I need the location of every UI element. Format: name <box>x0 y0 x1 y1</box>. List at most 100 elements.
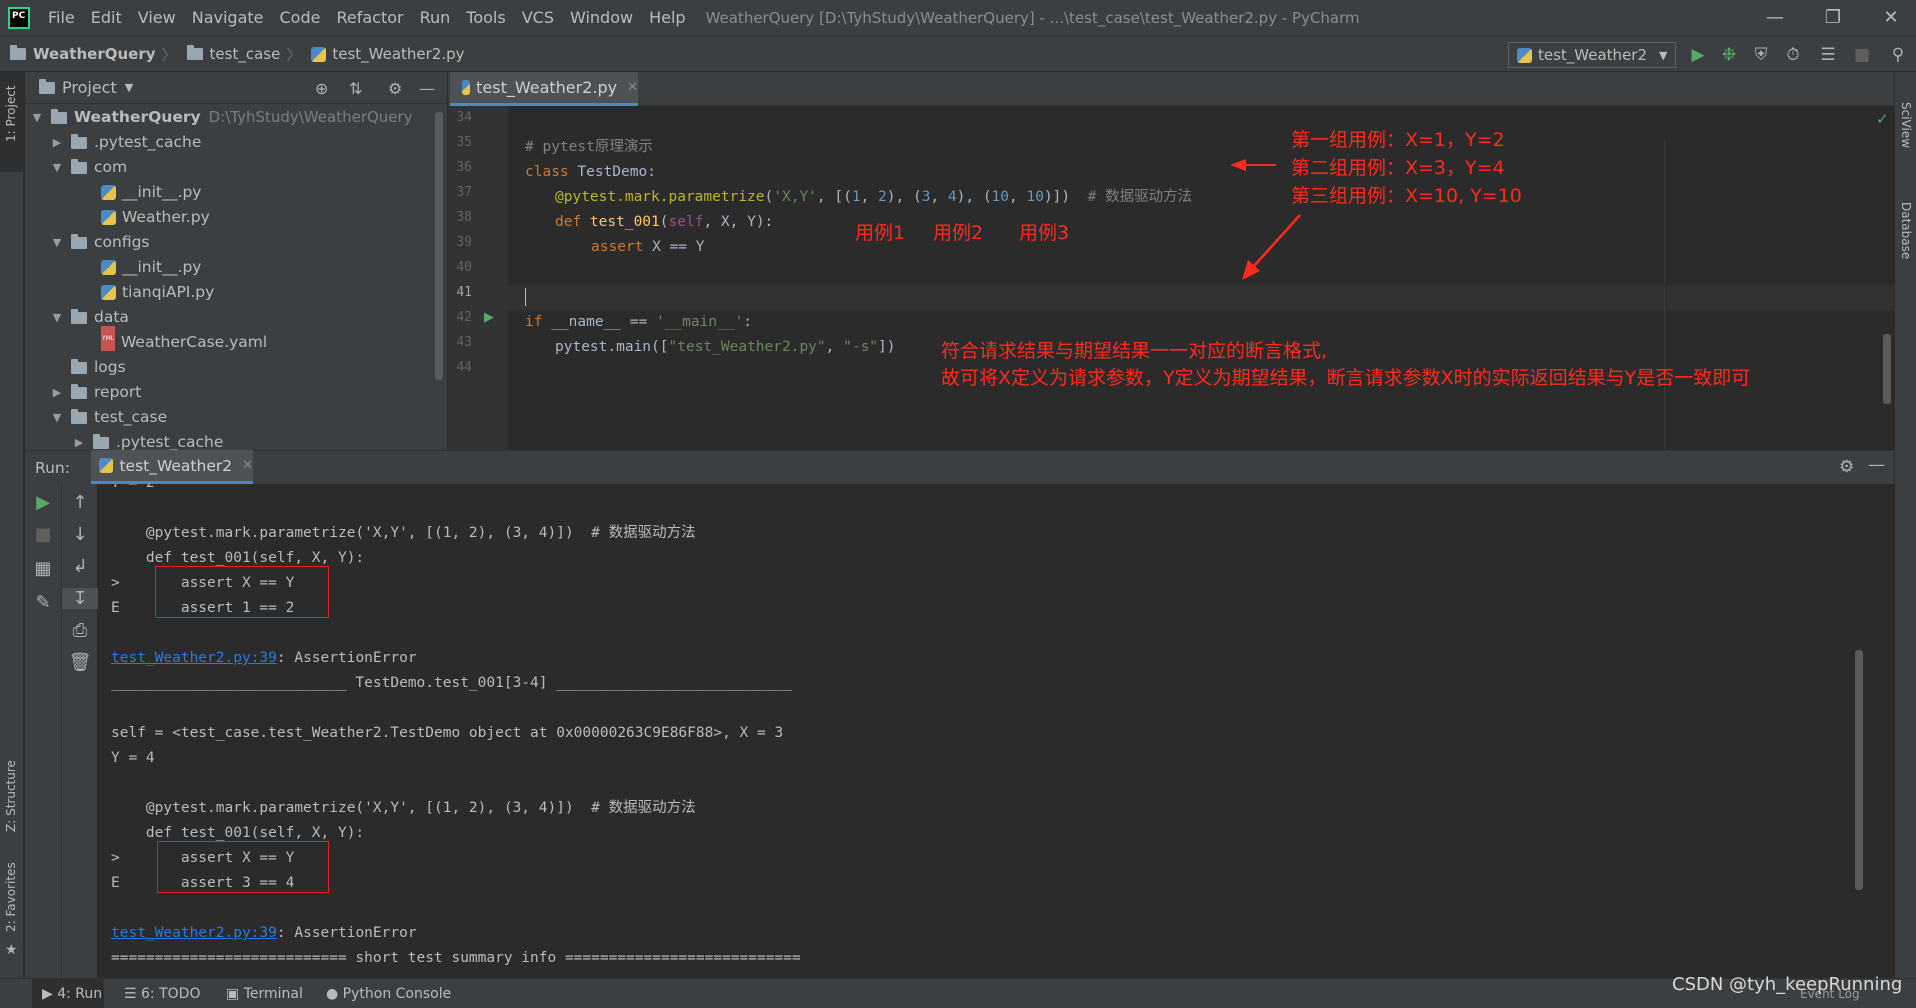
console-output[interactable]: Y = 2 @pytest.mark.parametrize('X,Y', [(… <box>97 484 1894 978</box>
yaml-file-icon <box>101 325 115 351</box>
restore-icon[interactable]: ❐ <box>1808 0 1858 36</box>
terminal-tool-button[interactable]: ▣ Terminal <box>226 979 303 1008</box>
todo-tool-label: 6: TODO <box>141 986 201 1002</box>
structure-tool-tab[interactable]: Z: Structure <box>4 760 18 832</box>
menu-window[interactable]: Window <box>562 0 641 36</box>
run-icon[interactable]: ▶ <box>1688 45 1708 65</box>
collapsed-arrow-icon[interactable]: ▶ <box>49 130 65 155</box>
pin-icon[interactable]: ✎ <box>25 592 61 613</box>
project-scrollbar[interactable] <box>435 112 443 380</box>
expanded-arrow-icon[interactable]: ▼ <box>29 105 45 130</box>
python-console-tool-button[interactable]: ● Python Console <box>326 979 451 1008</box>
project-tool-tab[interactable]: 1: Project <box>0 72 24 172</box>
expanded-arrow-icon[interactable]: ▼ <box>49 405 65 430</box>
breadcrumb-label: test_case <box>209 45 281 63</box>
hide-icon[interactable]: — <box>419 79 435 98</box>
editor-scrollbar[interactable] <box>1883 334 1891 404</box>
tree-item-com[interactable]: ▼ com <box>49 155 127 180</box>
run-list-icon[interactable]: ☰ <box>1818 45 1838 65</box>
breadcrumb-folder[interactable]: test_case <box>186 45 281 63</box>
console-line: @pytest.mark.parametrize('X,Y', [(1, 2),… <box>111 525 696 541</box>
expanded-arrow-icon[interactable]: ▼ <box>49 155 65 180</box>
project-panel-title[interactable]: Project <box>62 78 117 97</box>
folder-icon <box>71 408 87 424</box>
line-number: 36 <box>456 160 472 175</box>
breadcrumb-project[interactable]: WeatherQuery <box>10 45 156 63</box>
expanded-arrow-icon[interactable]: ▼ <box>49 230 65 255</box>
traceback-link[interactable]: test_Weather2.py:39 <box>111 925 277 941</box>
console-line: ___________________________ TestDemo.tes… <box>111 675 792 691</box>
tree-item-weatherquery[interactable]: ▼ WeatherQuery D:\TyhStudy\WeatherQuery <box>29 105 413 130</box>
tab-test-weather2[interactable]: test_Weather2.py ✕ <box>450 72 638 106</box>
coverage-icon[interactable]: ⛨ <box>1751 45 1771 65</box>
gear-icon[interactable]: ⚙ <box>1839 457 1854 477</box>
tree-item-init-py[interactable]: __init__.py <box>101 180 201 205</box>
search-icon[interactable]: ⚲ <box>1888 45 1908 65</box>
console-scrollbar[interactable] <box>1855 650 1863 890</box>
soft-wrap-icon[interactable]: ↲ <box>62 556 98 577</box>
collapse-all-icon[interactable]: ⇅ <box>349 79 362 98</box>
tree-item-logs[interactable]: logs <box>71 355 126 380</box>
tree-item-tianqiapi-py[interactable]: tianqiAPI.py <box>101 280 214 305</box>
expanded-arrow-icon[interactable]: ▼ <box>49 305 65 330</box>
run-panel: Run: test_Weather2 ✕ ⚙ — ▶ ■ ▦ ✎ ↑ ↓ ↲ ↧… <box>25 450 1894 978</box>
hide-icon[interactable]: — <box>1868 455 1885 475</box>
minimize-icon[interactable]: — <box>1750 0 1800 36</box>
breadcrumb-file[interactable]: test_Weather2.py <box>311 45 465 63</box>
profile-icon[interactable]: ⏱ <box>1783 45 1803 65</box>
close-icon[interactable]: ✕ <box>1866 0 1916 36</box>
arrow-down-icon[interactable]: ↓ <box>62 524 98 545</box>
menu-code[interactable]: Code <box>272 0 329 36</box>
scroll-to-end-icon[interactable]: ↧ <box>62 588 98 609</box>
close-tab-icon[interactable]: ✕ <box>627 80 638 95</box>
todo-tool-button[interactable]: ☰ 6: TODO <box>124 979 200 1008</box>
chevron-down-icon[interactable]: ▼ <box>125 81 133 94</box>
tree-item-weather-py[interactable]: Weather.py <box>101 205 210 230</box>
run-tool-button[interactable]: ▶ 4: Run <box>32 979 104 1008</box>
traceback-link[interactable]: test_Weather2.py:39 <box>111 650 277 666</box>
stop-icon[interactable]: ■ <box>1852 45 1872 65</box>
tree-item-init-py[interactable]: __init__.py <box>101 255 201 280</box>
tree-item-data[interactable]: ▼ data <box>49 305 129 330</box>
stop-icon[interactable]: ■ <box>25 524 61 545</box>
favorites-tool-tab[interactable]: 2: Favorites <box>4 862 18 932</box>
menu-refactor[interactable]: Refactor <box>328 0 411 36</box>
code-area[interactable]: # pytest原理演示 class TestDemo: @pytest.mar… <box>508 106 1894 484</box>
menu-file[interactable]: File <box>40 0 83 36</box>
python-console-tool-label: Python Console <box>342 986 452 1002</box>
rerun-icon[interactable]: ▶ <box>25 492 61 513</box>
tree-label: Weather.py <box>122 208 210 226</box>
menu-run[interactable]: Run <box>412 0 459 36</box>
tree-item-pytest-cache[interactable]: ▶ .pytest_cache <box>49 130 202 155</box>
menu-tools[interactable]: Tools <box>458 0 513 36</box>
menu-view[interactable]: View <box>130 0 184 36</box>
collapsed-arrow-icon[interactable]: ▶ <box>71 430 87 450</box>
collapsed-arrow-icon[interactable]: ▶ <box>49 380 65 405</box>
tree-item-test-case[interactable]: ▼ test_case <box>49 405 167 430</box>
arrow-up-icon[interactable]: ↑ <box>62 492 98 513</box>
tree-item-configs[interactable]: ▼ configs <box>49 230 150 255</box>
debug-icon[interactable]: ❉ <box>1719 45 1739 65</box>
menu-vcs[interactable]: VCS <box>514 0 562 36</box>
database-tool-tab[interactable]: Database <box>1899 202 1913 259</box>
locate-icon[interactable]: ⊕ <box>315 79 328 98</box>
close-tab-icon[interactable]: ✕ <box>242 458 253 473</box>
tree-item-pytest-cache-nested[interactable]: ▶ .pytest_cache <box>71 430 224 450</box>
sciview-tool-tab[interactable]: SciView <box>1899 102 1913 148</box>
print-icon[interactable]: ⎙ <box>62 620 98 641</box>
run-config-select[interactable]: test_Weather2 ▼ <box>1508 42 1676 68</box>
tree-item-report[interactable]: ▶ report <box>49 380 142 405</box>
menu-edit[interactable]: Edit <box>83 0 130 36</box>
menu-navigate[interactable]: Navigate <box>184 0 272 36</box>
inspection-ok-icon[interactable]: ✓ <box>1876 110 1889 128</box>
gear-icon[interactable]: ⚙ <box>388 79 402 98</box>
tree-label: WeatherQuery <box>74 108 201 126</box>
python-file-icon <box>1517 47 1532 63</box>
trash-icon[interactable]: 🗑 <box>62 652 98 673</box>
tree-item-weathercase-yaml[interactable]: WeatherCase.yaml <box>101 325 267 355</box>
chevron-right-icon: 〉 <box>286 45 302 64</box>
layout-icon[interactable]: ▦ <box>25 558 61 579</box>
run-gutter-icon[interactable]: ▶ <box>484 310 494 325</box>
menu-help[interactable]: Help <box>641 0 693 36</box>
run-tab-test-weather2[interactable]: test_Weather2 ✕ <box>91 450 253 484</box>
